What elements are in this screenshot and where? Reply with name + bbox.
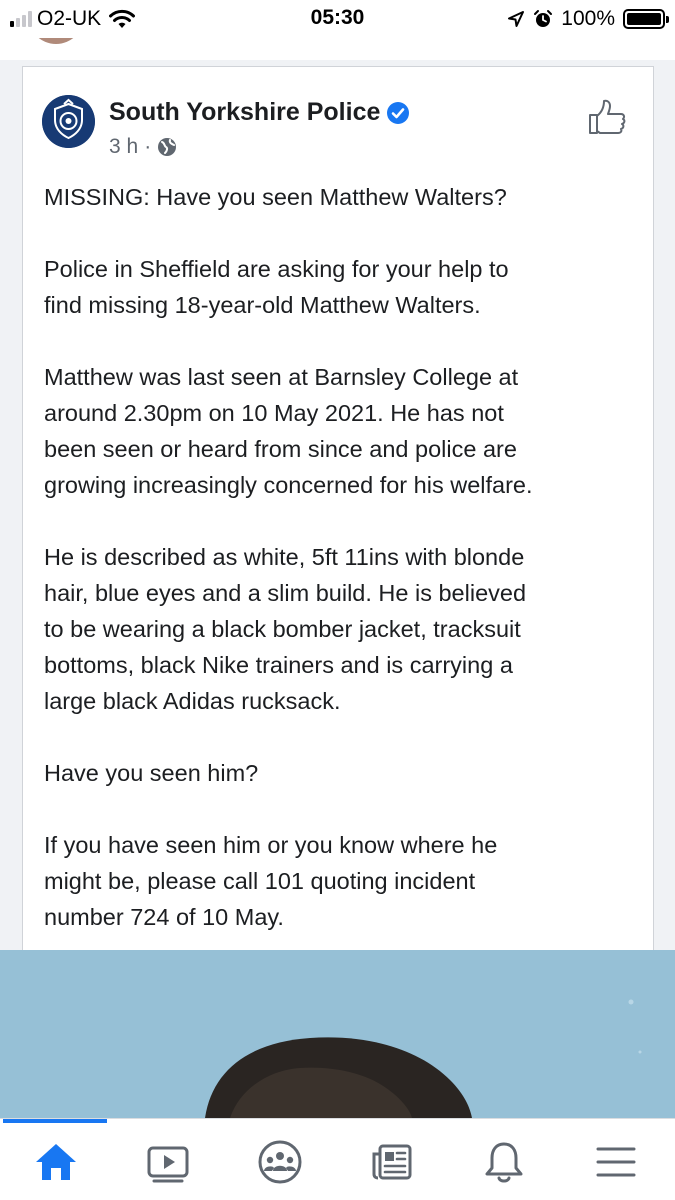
post-card: South Yorkshire Police 3 h · MISSING: Ha… xyxy=(22,66,654,1026)
home-icon xyxy=(36,1144,76,1180)
news-feed-icon xyxy=(372,1144,412,1180)
post-paragraph-6: If you have seen him or you know where h… xyxy=(44,832,498,930)
tab-notifications[interactable] xyxy=(448,1129,560,1195)
tab-watch[interactable] xyxy=(112,1129,224,1195)
bottom-tab-bar xyxy=(0,1118,675,1200)
menu-icon xyxy=(596,1147,636,1177)
status-right: 100% xyxy=(507,7,669,31)
battery-icon xyxy=(623,9,669,29)
location-arrow-icon xyxy=(508,11,525,27)
watch-icon xyxy=(147,1146,189,1183)
groups-icon xyxy=(258,1140,302,1184)
post-paragraph-3: Matthew was last seen at Barnsley Colleg… xyxy=(44,364,533,498)
globe-icon xyxy=(158,138,177,156)
active-tab-indicator xyxy=(3,1119,107,1123)
post-paragraph-1: MISSING: Have you seen Matthew Walters? xyxy=(44,184,507,210)
post-meta: 3 h · xyxy=(109,135,177,159)
tab-menu[interactable] xyxy=(560,1129,672,1195)
alarm-icon xyxy=(534,10,553,27)
previous-post-remnant xyxy=(0,38,675,60)
notifications-icon xyxy=(485,1142,523,1183)
meta-separator: · xyxy=(144,135,152,158)
page-name-row: South Yorkshire Police xyxy=(109,98,410,127)
post-text: MISSING: Have you seen Matthew Walters? … xyxy=(44,179,644,971)
page-name[interactable]: South Yorkshire Police xyxy=(109,98,380,127)
previous-post-avatar xyxy=(28,38,84,44)
tab-groups[interactable] xyxy=(224,1129,336,1195)
page-avatar[interactable] xyxy=(42,95,95,148)
photo-missing-person xyxy=(0,950,675,1118)
tab-home[interactable] xyxy=(0,1129,112,1195)
post-paragraph-4: He is described as white, 5ft 11ins with… xyxy=(44,544,527,714)
post-paragraph-2: Police in Sheffield are asking for your … xyxy=(44,256,509,318)
battery-level xyxy=(627,13,661,25)
battery-nub xyxy=(666,16,669,23)
status-bar: O2-UK 05:30 100% xyxy=(0,0,675,38)
post-header: South Yorkshire Police 3 h · xyxy=(23,67,653,177)
post-time[interactable]: 3 h xyxy=(109,135,138,159)
verified-badge-icon xyxy=(387,101,410,124)
tab-news[interactable] xyxy=(336,1129,448,1195)
battery-percent: 100% xyxy=(561,7,615,30)
post-photo[interactable] xyxy=(0,950,675,1118)
post-paragraph-5: Have you seen him? xyxy=(44,760,259,786)
like-thumb-icon[interactable] xyxy=(587,97,627,137)
